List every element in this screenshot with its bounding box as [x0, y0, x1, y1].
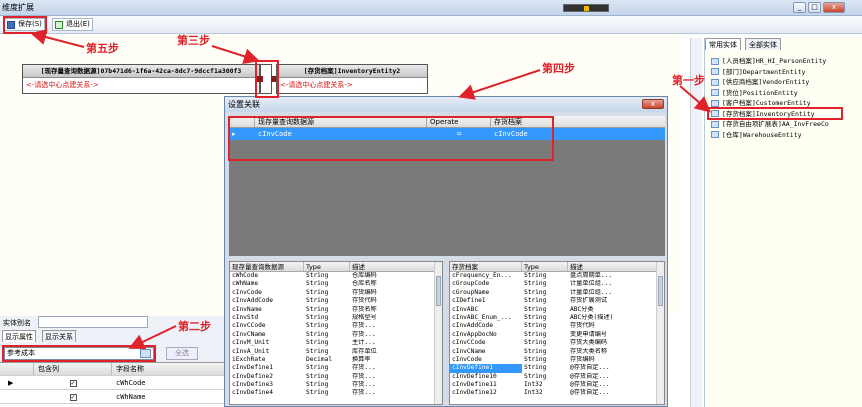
annotation-step4: 第四步	[542, 62, 575, 75]
annotation-step2: 第二步	[178, 320, 211, 333]
arrow-step2	[128, 325, 177, 350]
annotation-step3: 第三步	[177, 34, 210, 47]
arrow-step1	[679, 85, 712, 113]
annotation-arrows	[30, 29, 712, 350]
annotation-step5: 第五步	[86, 42, 119, 55]
arrow-step5	[30, 29, 85, 48]
arrow-step4	[458, 69, 541, 100]
annotation-step1: 第一步	[672, 74, 705, 87]
arrow-step3	[211, 45, 260, 64]
